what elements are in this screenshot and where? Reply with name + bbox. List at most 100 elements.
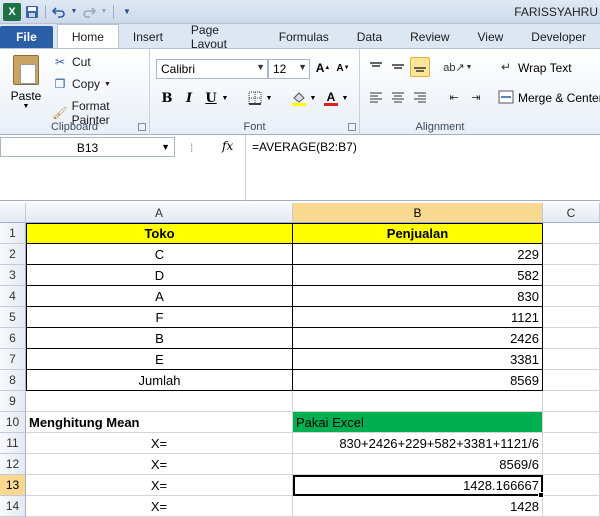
cell-c13[interactable] xyxy=(543,475,600,496)
row-header[interactable]: 9 xyxy=(0,391,26,412)
redo-dropdown-icon[interactable]: ▼ xyxy=(100,4,108,20)
font-size-select[interactable]: 12 ▼ xyxy=(268,59,310,79)
fill-handle[interactable] xyxy=(538,492,544,498)
cell-c10[interactable] xyxy=(543,412,600,433)
tab-page-layout[interactable]: Page Layout xyxy=(177,23,265,51)
formula-bar-grip[interactable]: ⁞ xyxy=(190,141,193,155)
italic-button[interactable]: I xyxy=(180,89,198,107)
row-header[interactable]: 11 xyxy=(0,433,26,454)
cell-c14[interactable] xyxy=(543,496,600,517)
row-header[interactable]: 12 xyxy=(0,454,26,475)
cell-c9[interactable] xyxy=(543,391,600,412)
tab-view[interactable]: View xyxy=(464,26,518,48)
cell-b10[interactable]: Pakai Excel xyxy=(293,412,543,433)
column-header-a[interactable]: A xyxy=(26,203,293,223)
row-header[interactable]: 1 xyxy=(0,223,26,244)
tab-data[interactable]: Data xyxy=(343,26,396,48)
cell-b1[interactable]: Penjualan xyxy=(293,223,543,244)
orientation-dropdown-icon[interactable]: ▼ xyxy=(464,57,474,77)
cell-c1[interactable] xyxy=(543,223,600,244)
cell-c3[interactable] xyxy=(543,265,600,286)
borders-icon[interactable] xyxy=(246,89,264,107)
align-left-icon[interactable] xyxy=(366,87,386,107)
cell-a3[interactable]: D xyxy=(26,265,293,286)
cell-a9[interactable] xyxy=(26,391,293,412)
paste-button[interactable]: Paste ▼ xyxy=(8,55,44,111)
cell-a7[interactable]: E xyxy=(26,349,293,370)
copy-button[interactable]: ❐ Copy ▼ xyxy=(52,77,111,91)
row-header[interactable]: 7 xyxy=(0,349,26,370)
name-box[interactable]: B13 ▼ xyxy=(0,137,175,157)
row-header[interactable]: 4 xyxy=(0,286,26,307)
column-header-b[interactable]: B xyxy=(293,203,543,223)
cell-c7[interactable] xyxy=(543,349,600,370)
font-name-select[interactable]: Calibri ▼ xyxy=(156,59,268,79)
cell-b12[interactable]: 8569/6 xyxy=(293,454,543,475)
merge-center-icon[interactable] xyxy=(496,87,516,107)
row-header[interactable]: 8 xyxy=(0,370,26,391)
cell-c4[interactable] xyxy=(543,286,600,307)
wrap-text-icon[interactable]: ↵ xyxy=(496,57,516,77)
formula-input[interactable]: =AVERAGE(B2:B7) xyxy=(252,140,357,154)
row-header[interactable]: 6 xyxy=(0,328,26,349)
row-header[interactable]: 14 xyxy=(0,496,26,517)
row-header[interactable]: 5 xyxy=(0,307,26,328)
wrap-text-button[interactable]: Wrap Text xyxy=(518,61,572,75)
cell-b11[interactable]: 830+2426+229+582+3381+1121/6 xyxy=(293,433,543,454)
cell-c8[interactable] xyxy=(543,370,600,391)
align-center-icon[interactable] xyxy=(388,87,408,107)
font-launcher-icon[interactable] xyxy=(348,123,356,131)
cell-b9[interactable] xyxy=(293,391,543,412)
column-header-c[interactable]: C xyxy=(543,203,600,223)
cell-a6[interactable]: B xyxy=(26,328,293,349)
font-color-icon[interactable]: A xyxy=(322,89,340,107)
underline-dropdown-icon[interactable]: ▼ xyxy=(220,89,230,107)
undo-dropdown-icon[interactable]: ▼ xyxy=(70,4,78,20)
cell-a5[interactable]: F xyxy=(26,307,293,328)
fill-color-icon[interactable] xyxy=(290,89,308,107)
font-color-dropdown-icon[interactable]: ▼ xyxy=(340,89,350,107)
tab-developer[interactable]: Developer xyxy=(517,26,600,48)
cell-c12[interactable] xyxy=(543,454,600,475)
cell-b7[interactable]: 3381 xyxy=(293,349,543,370)
row-header[interactable]: 2 xyxy=(0,244,26,265)
cell-b8[interactable]: 8569 xyxy=(293,370,543,391)
cell-b6[interactable]: 2426 xyxy=(293,328,543,349)
row-header[interactable]: 10 xyxy=(0,412,26,433)
undo-icon[interactable] xyxy=(51,4,67,20)
tab-review[interactable]: Review xyxy=(396,26,463,48)
tab-insert[interactable]: Insert xyxy=(119,26,177,48)
select-all-corner[interactable] xyxy=(0,203,26,223)
align-top-icon[interactable] xyxy=(366,57,386,77)
tab-home[interactable]: Home xyxy=(56,24,119,48)
redo-icon[interactable] xyxy=(81,4,97,20)
orientation-icon[interactable]: ab↗ xyxy=(443,57,464,77)
align-middle-icon[interactable] xyxy=(388,57,408,77)
cell-c6[interactable] xyxy=(543,328,600,349)
underline-button[interactable]: U xyxy=(202,89,220,107)
row-header[interactable]: 3 xyxy=(0,265,26,286)
align-bottom-icon[interactable] xyxy=(410,57,430,77)
grow-font-button[interactable]: A ▲ xyxy=(314,59,332,77)
cell-a4[interactable]: A xyxy=(26,286,293,307)
borders-dropdown-icon[interactable]: ▼ xyxy=(264,89,274,107)
save-icon[interactable] xyxy=(24,4,40,20)
decrease-indent-icon[interactable]: ⇤ xyxy=(444,87,464,107)
cell-b5[interactable]: 1121 xyxy=(293,307,543,328)
cell-a10[interactable]: Menghitung Mean xyxy=(26,412,293,433)
cell-b14[interactable]: 1428 xyxy=(293,496,543,517)
cell-c11[interactable] xyxy=(543,433,600,454)
tab-formulas[interactable]: Formulas xyxy=(265,26,343,48)
cell-a12[interactable]: X= xyxy=(26,454,293,475)
cell-c2[interactable] xyxy=(543,244,600,265)
cell-a8[interactable]: Jumlah xyxy=(26,370,293,391)
cell-b13[interactable]: 1428.166667 xyxy=(293,475,543,496)
excel-icon[interactable]: X xyxy=(3,2,21,21)
fill-color-dropdown-icon[interactable]: ▼ xyxy=(308,89,318,107)
bold-button[interactable]: B xyxy=(158,89,176,107)
cell-b3[interactable]: 582 xyxy=(293,265,543,286)
clipboard-launcher-icon[interactable] xyxy=(138,123,146,131)
tab-file[interactable]: File xyxy=(0,26,53,48)
insert-function-icon[interactable]: fx xyxy=(222,139,233,153)
shrink-font-button[interactable]: A ▼ xyxy=(334,59,352,77)
